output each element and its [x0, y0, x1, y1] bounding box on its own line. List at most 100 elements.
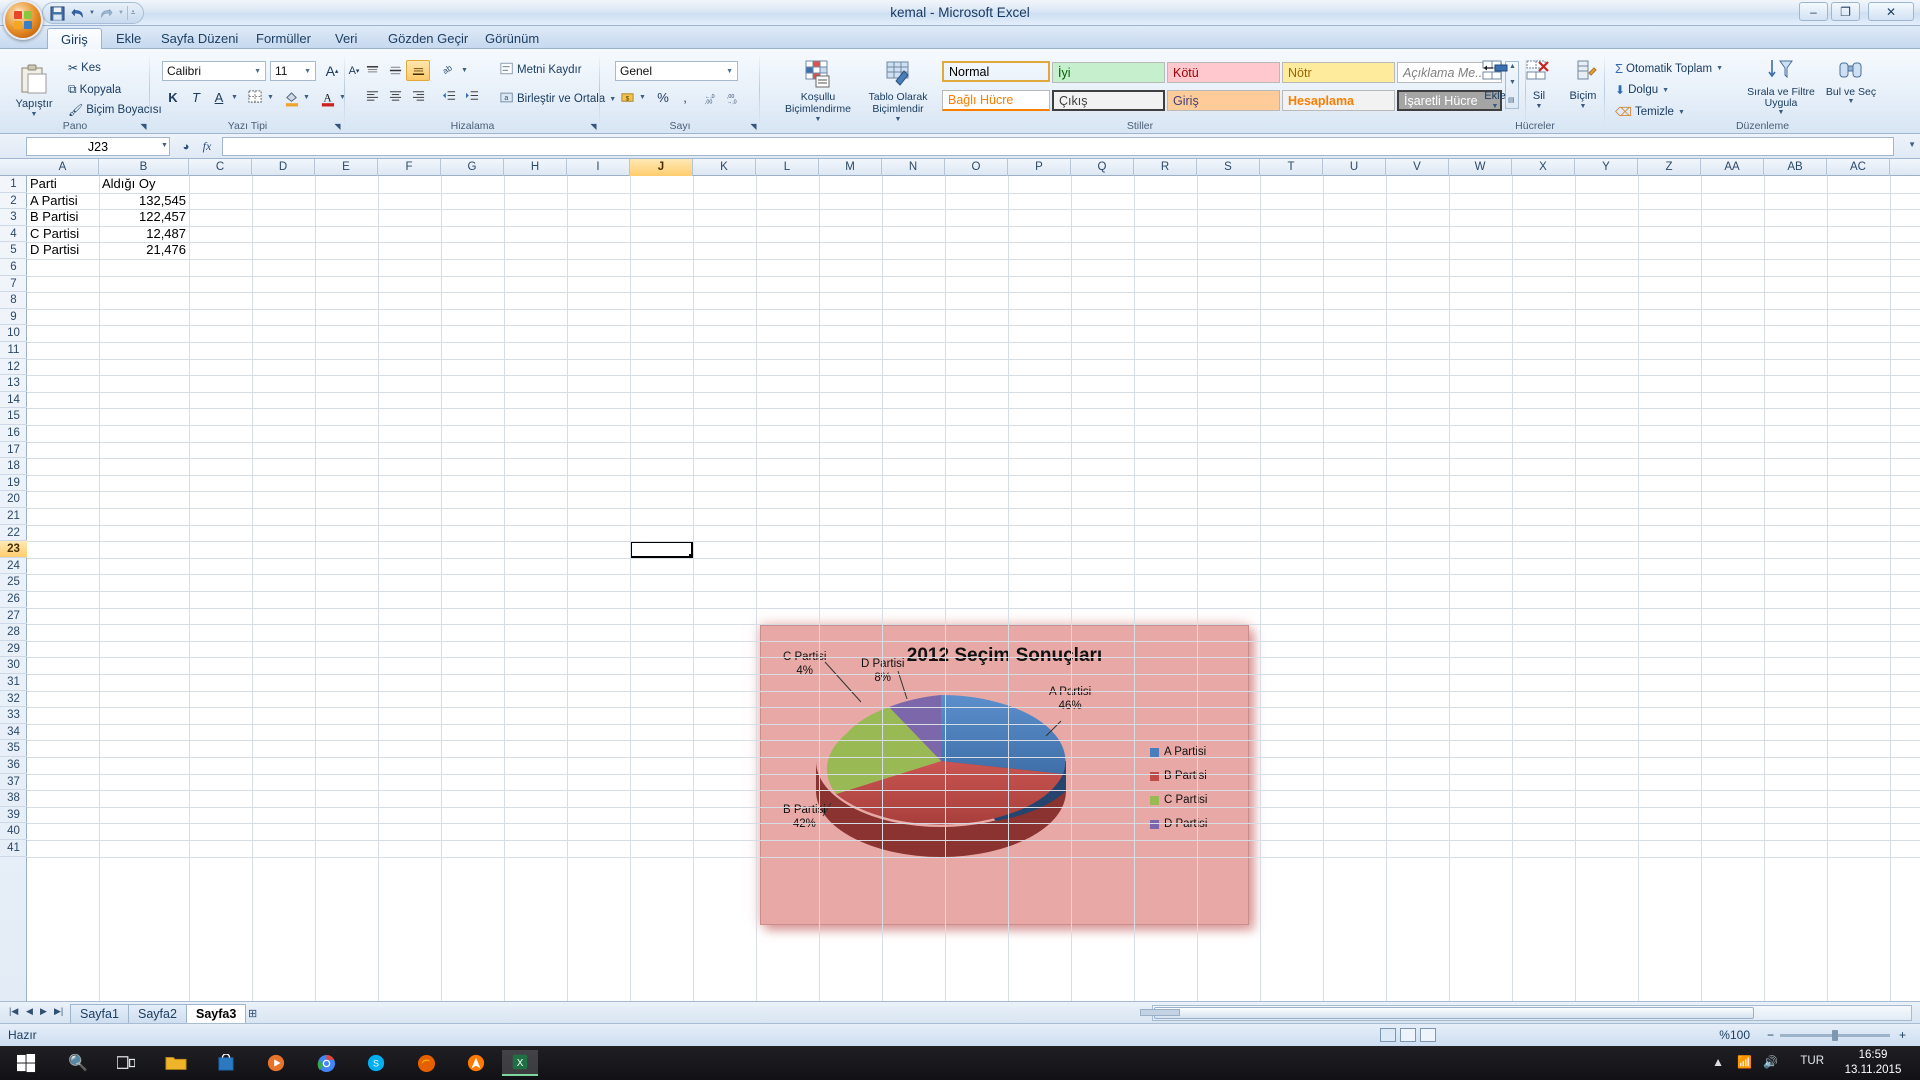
number-dialog-launcher[interactable]: ◥ [748, 120, 759, 131]
increase-indent-button[interactable] [460, 85, 484, 106]
row-header-11[interactable]: 11 [0, 342, 27, 359]
zoom-slider-thumb[interactable] [1832, 1030, 1838, 1041]
cell-style-giris[interactable]: Giriş [1167, 90, 1280, 111]
column-header-J[interactable]: J [630, 159, 693, 176]
next-sheet-button[interactable]: ▶ [40, 1006, 47, 1017]
minimize-button[interactable]: – [1799, 2, 1828, 21]
row-header-6[interactable]: 6 [0, 259, 27, 276]
column-header-Y[interactable]: Y [1575, 159, 1638, 176]
copy-button[interactable]: ⧉ Kopyala [68, 82, 121, 97]
cell-style-iyi[interactable]: İyi [1052, 62, 1165, 83]
tab-giris[interactable]: Giriş [47, 28, 102, 50]
sort-filter-dropdown-icon[interactable]: ▼ [1745, 109, 1817, 116]
column-header-I[interactable]: I [567, 159, 630, 176]
comma-style-button[interactable]: , [674, 87, 696, 108]
insert-function-icon[interactable]: ◕ [183, 141, 190, 153]
cut-button[interactable]: ✂ Kes [68, 61, 101, 75]
row-header-17[interactable]: 17 [0, 442, 27, 459]
undo-dropdown-icon[interactable]: ▼ [89, 10, 95, 16]
name-box-dropdown-icon[interactable]: ▼ [161, 142, 168, 149]
insert-cells-button[interactable]: Ekle ▼ [1473, 59, 1517, 110]
increase-decimal-button[interactable]: ←,0,00 [701, 87, 723, 108]
row-header-37[interactable]: 37 [0, 774, 27, 791]
cell-B3[interactable]: 122,457 [99, 209, 189, 226]
row-header-24[interactable]: 24 [0, 558, 27, 575]
column-header-T[interactable]: T [1260, 159, 1323, 176]
currency-dropdown-icon[interactable]: ▼ [639, 94, 646, 101]
cell-style-normal[interactable]: Normal [942, 61, 1050, 82]
selected-cell[interactable] [630, 541, 693, 558]
column-header-B[interactable]: B [99, 159, 189, 176]
close-button[interactable]: ✕ [1868, 2, 1914, 21]
align-bottom-button[interactable] [406, 60, 430, 81]
row-header-30[interactable]: 30 [0, 657, 27, 674]
column-header-AA[interactable]: AA [1701, 159, 1764, 176]
firefox-icon[interactable] [408, 1050, 444, 1076]
cell-A2[interactable]: A Partisi [27, 193, 99, 210]
autosum-button[interactable]: Σ Otomatik Toplam ▼ [1615, 61, 1723, 76]
grow-font-button[interactable]: A▴ [322, 61, 342, 81]
save-icon[interactable] [49, 5, 66, 22]
find-select-dropdown-icon[interactable]: ▼ [1821, 98, 1881, 105]
row-header-32[interactable]: 32 [0, 691, 27, 708]
insert-dropdown-icon[interactable]: ▼ [1473, 103, 1517, 111]
row-header-36[interactable]: 36 [0, 757, 27, 774]
row-header-8[interactable]: 8 [0, 292, 27, 309]
sheet-tab-sayfa2[interactable]: Sayfa2 [128, 1004, 187, 1023]
column-header-S[interactable]: S [1197, 159, 1260, 176]
row-header-23[interactable]: 23 [0, 541, 27, 558]
volume-icon[interactable]: 🔊 [1763, 1055, 1778, 1069]
split-handle[interactable] [1140, 1009, 1180, 1016]
normal-view-icon[interactable] [1380, 1028, 1396, 1042]
tab-ekle[interactable]: Ekle [103, 28, 154, 49]
store-icon[interactable] [208, 1050, 244, 1076]
column-header-Q[interactable]: Q [1071, 159, 1134, 176]
customize-icon[interactable]: ⩡ [131, 8, 136, 18]
start-button[interactable] [6, 1050, 46, 1076]
format-dropdown-icon[interactable]: ▼ [1561, 103, 1605, 111]
column-header-O[interactable]: O [945, 159, 1008, 176]
number-format-combo[interactable]: Genel▼ [615, 61, 738, 81]
format-painter-button[interactable]: 🖌 Biçim Boyacısı [68, 103, 162, 117]
row-header-28[interactable]: 28 [0, 624, 27, 641]
column-header-G[interactable]: G [441, 159, 504, 176]
row-header-5[interactable]: 5 [0, 242, 27, 259]
column-header-L[interactable]: L [756, 159, 819, 176]
task-view-icon[interactable] [108, 1050, 144, 1076]
row-header-35[interactable]: 35 [0, 740, 27, 757]
cell-style-kotu[interactable]: Kötü [1167, 62, 1280, 83]
row-header-14[interactable]: 14 [0, 392, 27, 409]
file-explorer-icon[interactable] [158, 1050, 194, 1076]
row-header-7[interactable]: 7 [0, 276, 27, 293]
cell-A4[interactable]: C Partisi [27, 226, 99, 243]
row-header-20[interactable]: 20 [0, 491, 27, 508]
row-header-18[interactable]: 18 [0, 458, 27, 475]
sheet-tab-sayfa3[interactable]: Sayfa3 [186, 1004, 246, 1024]
orientation-dropdown-icon[interactable]: ▼ [461, 67, 468, 74]
cell-style-cikis[interactable]: Çıkış [1052, 90, 1165, 111]
align-top-button[interactable] [360, 60, 384, 81]
fill-color-button[interactable] [280, 87, 302, 109]
chrome-icon[interactable] [308, 1050, 344, 1076]
row-header-10[interactable]: 10 [0, 325, 27, 342]
show-hidden-icons-icon[interactable]: ▲ [1712, 1055, 1724, 1069]
row-header-33[interactable]: 33 [0, 707, 27, 724]
redo-icon[interactable] [98, 5, 115, 22]
name-box[interactable]: J23 [26, 137, 170, 156]
row-header-1[interactable]: 1 [0, 176, 27, 193]
column-header-R[interactable]: R [1134, 159, 1197, 176]
row-header-31[interactable]: 31 [0, 674, 27, 691]
page-break-view-icon[interactable] [1420, 1028, 1436, 1042]
paste-button[interactable]: Yapıştır ▼ [6, 63, 62, 118]
cell-B1[interactable]: Aldığı Oy [99, 176, 189, 193]
horizontal-scrollbar[interactable] [1152, 1005, 1912, 1021]
office-button[interactable] [3, 0, 43, 40]
sheet-tab-sayfa1[interactable]: Sayfa1 [70, 1004, 129, 1023]
cell-style-notr[interactable]: Nötr [1282, 62, 1395, 83]
find-select-button[interactable]: Bul ve Seç ▼ [1821, 57, 1881, 105]
prev-sheet-button[interactable]: ◀ [26, 1006, 33, 1017]
media-player-icon[interactable] [258, 1050, 294, 1076]
cell-A3[interactable]: B Partisi [27, 209, 99, 226]
clock[interactable]: 16:59 13.11.2015 [1836, 1048, 1910, 1078]
formula-input[interactable] [222, 137, 1894, 156]
